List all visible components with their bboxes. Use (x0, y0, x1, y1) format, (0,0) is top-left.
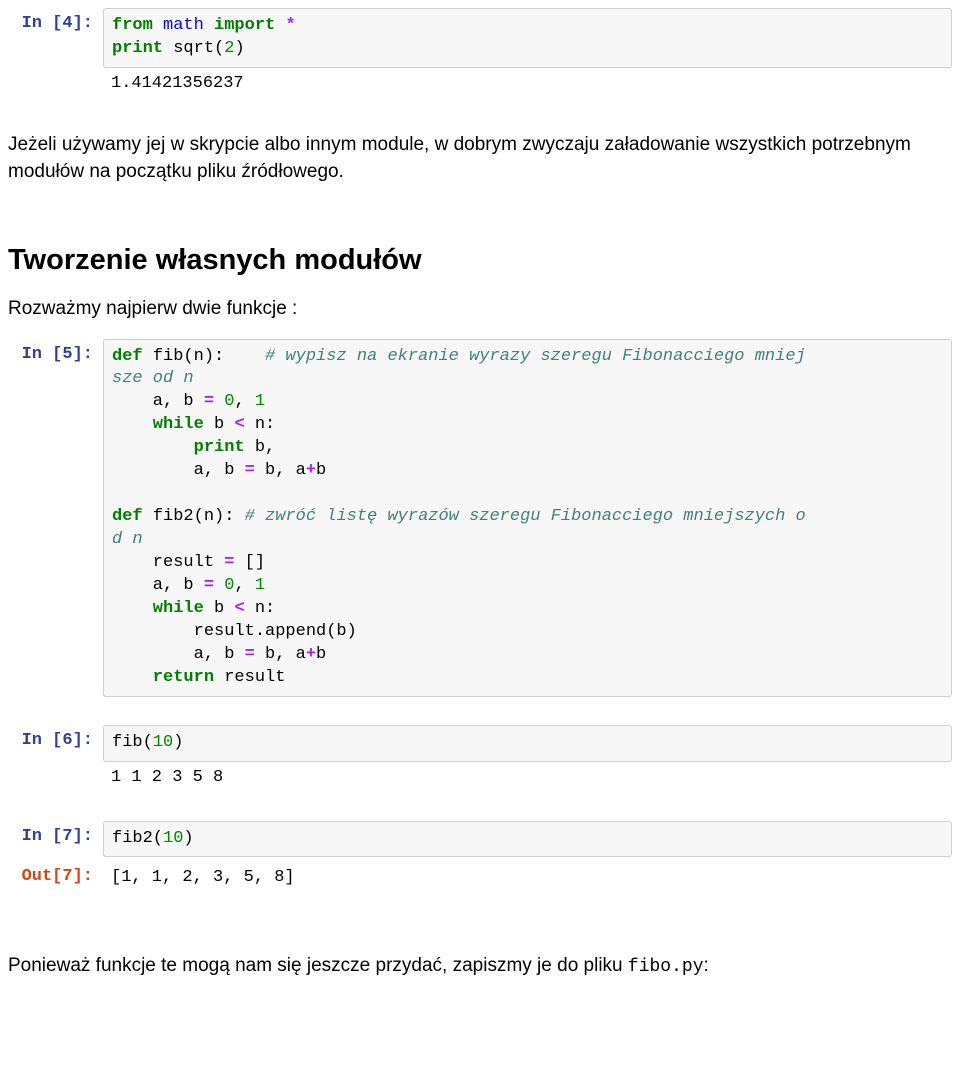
op-star: * (285, 16, 295, 35)
mod-math: math (163, 16, 204, 35)
code-text: a, b (112, 576, 204, 595)
op-lt: < (234, 415, 254, 434)
code-text: [] (245, 553, 265, 572)
kw-print: print (112, 39, 173, 58)
op-plus: + (306, 461, 316, 480)
code-text: b (316, 645, 326, 664)
op-eq: = (245, 645, 265, 664)
kw-def: def (112, 507, 153, 526)
op-eq: = (245, 461, 265, 480)
output-row: 1 1 2 3 5 8 (8, 762, 952, 797)
output-row: Out[7]: [1, 1, 2, 3, 5, 8] (8, 861, 952, 896)
code-text: b, a (265, 645, 306, 664)
code-input[interactable]: def fib(n): # wypisz na ekranie wyrazy s… (103, 339, 952, 697)
prose-text: Ponieważ funkcje te mogą nam się jeszcze… (8, 946, 952, 986)
input-prompt: In [6]: (8, 725, 103, 762)
prose-span: Ponieważ funkcje te mogą nam się jeszcze… (8, 955, 628, 976)
code-text: result.append(b) (112, 622, 357, 641)
kw-while: while (112, 415, 214, 434)
op-plus: + (306, 645, 316, 664)
code-text: , (234, 392, 254, 411)
kw-def: def (112, 347, 153, 366)
op-eq: = (224, 553, 244, 572)
output-row: 1.41421356237 (8, 68, 952, 103)
kw-return: return (112, 668, 224, 687)
code-text: a, b (112, 645, 245, 664)
code-text: b, a (265, 461, 306, 480)
code-cell: In [5]: def fib(n): # wypisz na ekranie … (8, 339, 952, 697)
code-input[interactable]: fib(10) (103, 725, 952, 762)
section-heading: Tworzenie własnych modułów (8, 244, 952, 277)
notebook-page: In [4]: from math import * print sqrt(2)… (0, 0, 960, 994)
num-2: 2 (224, 39, 234, 58)
op-eq: = (204, 392, 224, 411)
prose-text: Rozważmy najpierw dwie funkcje : (8, 289, 952, 329)
code-text: n: (255, 415, 275, 434)
prose-text: Jeżeli używamy jej w skrypcie albo innym… (8, 125, 952, 192)
code-text: fib( (112, 733, 153, 752)
kw-from: from (112, 16, 163, 35)
code-text: sqrt( (173, 39, 224, 58)
num: 1 (255, 576, 265, 595)
comment-cont: sze od n (112, 369, 194, 388)
num: 0 (224, 576, 234, 595)
code-text: , (234, 576, 254, 595)
kw-import: import (204, 16, 286, 35)
blank-line (112, 484, 122, 503)
code-text: ) (173, 733, 183, 752)
output-prompt-empty (8, 762, 103, 797)
op-eq: = (204, 576, 224, 595)
inline-code: fibo.py (628, 957, 704, 977)
code-text: result (224, 668, 285, 687)
num: 0 (224, 392, 234, 411)
code-input[interactable]: fib2(10) (103, 821, 952, 858)
code-cell: In [6]: fib(10) (8, 725, 952, 762)
stdout: 1 1 2 3 5 8 (103, 762, 952, 797)
comment-cont: d n (112, 530, 143, 549)
input-prompt: In [5]: (8, 339, 103, 697)
code-input[interactable]: from math import * print sqrt(2) (103, 8, 952, 68)
output-prompt-empty (8, 68, 103, 103)
kw-print: print (112, 438, 255, 457)
num: 10 (163, 829, 183, 848)
stdout: 1.41421356237 (103, 68, 952, 103)
code-text: b (214, 599, 234, 618)
code-text: a, b (112, 392, 204, 411)
output-value: [1, 1, 2, 3, 5, 8] (103, 861, 952, 896)
code-cell: In [4]: from math import * print sqrt(2) (8, 8, 952, 68)
input-prompt: In [4]: (8, 8, 103, 68)
code-text: b (214, 415, 234, 434)
code-text: n: (255, 599, 275, 618)
code-text: ) (234, 39, 244, 58)
code-text: fib2(n): (153, 507, 245, 526)
code-text: a, b (112, 461, 245, 480)
op-lt: < (234, 599, 254, 618)
code-text: b (316, 461, 326, 480)
code-text: ) (183, 829, 193, 848)
num: 1 (255, 392, 265, 411)
output-prompt: Out[7]: (8, 861, 103, 896)
input-prompt: In [7]: (8, 821, 103, 858)
num: 10 (153, 733, 173, 752)
code-text: b, (255, 438, 275, 457)
kw-while: while (112, 599, 214, 618)
code-text: result (112, 553, 224, 572)
comment: # zwróć listę wyrazów szeregu Fibonaccie… (245, 507, 806, 526)
code-cell: In [7]: fib2(10) (8, 821, 952, 858)
comment: # wypisz na ekranie wyrazy szeregu Fibon… (265, 347, 806, 366)
code-text: fib(n): (153, 347, 265, 366)
code-text: fib2( (112, 829, 163, 848)
prose-span: : (704, 955, 709, 976)
